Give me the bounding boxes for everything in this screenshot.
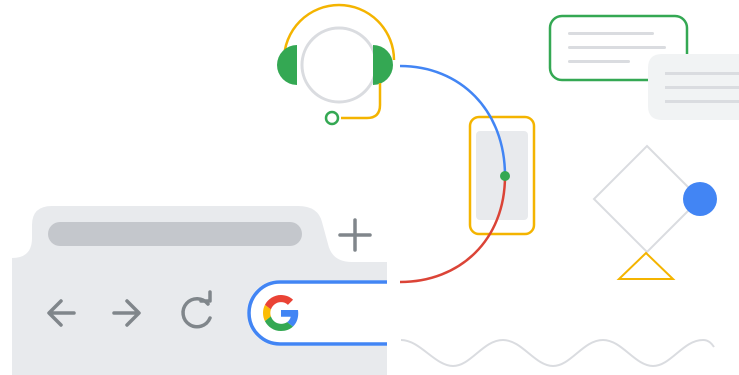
wave-icon: [400, 338, 715, 368]
illustration-canvas: [12, 3, 739, 375]
chat-bubbles: [548, 14, 739, 120]
google-g-icon: [263, 295, 299, 331]
tab-title-placeholder[interactable]: [48, 222, 302, 246]
new-tab-button[interactable]: [338, 218, 372, 252]
circle-icon: [683, 182, 717, 216]
triangle-icon: [616, 251, 676, 280]
headset-mic: [324, 110, 340, 126]
headset-right-cup: [373, 45, 393, 85]
headset-left-cup: [277, 45, 297, 85]
google-logo: [263, 295, 299, 331]
geometric-shapes: [592, 144, 717, 280]
support-headset: [277, 3, 396, 126]
connector-node: [500, 171, 510, 181]
headset-face: [300, 26, 378, 104]
